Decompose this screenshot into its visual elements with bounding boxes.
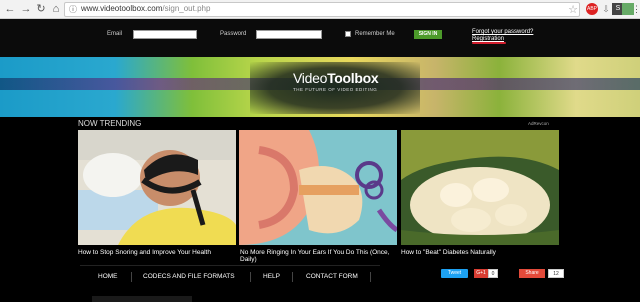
site-logo[interactable]: VideoToolbox — [293, 70, 379, 86]
trending-item-diabetes[interactable] — [401, 130, 559, 245]
footer-bar — [92, 296, 192, 302]
nav-codecs[interactable]: CODECS AND FILE FORMATS — [143, 273, 235, 280]
gplus-count: 0 — [488, 269, 498, 278]
nav-separator — [250, 272, 251, 282]
remember-checkbox[interactable] — [345, 31, 351, 37]
gplus-button[interactable]: G+1 — [474, 269, 488, 278]
remember-label: Remember Me — [355, 31, 395, 37]
trending-item-snoring[interactable] — [78, 130, 236, 245]
nav-divider — [80, 265, 380, 266]
menu-icon[interactable]: ⋮ — [632, 3, 640, 15]
ad-provider-label[interactable]: AdRevcon — [528, 121, 549, 126]
trending-heading: NOW TRENDING — [78, 119, 142, 128]
nav-separator — [292, 272, 293, 282]
trending-item-ringing[interactable] — [239, 130, 397, 245]
caption-ringing[interactable]: No More Ringing In Your Ears If You Do T… — [240, 249, 400, 263]
tagline: THE FUTURE OF VIDEO EDITING — [293, 87, 378, 92]
forward-icon[interactable]: → — [20, 3, 32, 15]
home-icon[interactable]: ⌂ — [50, 3, 62, 15]
caption-diabetes[interactable]: How to "Beat" Diabetes Naturally — [401, 249, 561, 256]
logo-part-a: Video — [293, 70, 328, 86]
back-icon[interactable]: ← — [4, 3, 16, 15]
browser-toolbar: ← → ↻ ⌂ ⓘ www.videotoolbox.com/sign_out.… — [0, 0, 640, 19]
address-bar[interactable]: ⓘ www.videotoolbox.com/sign_out.php ☆ — [64, 2, 580, 17]
nav-help[interactable]: HELP — [263, 273, 280, 280]
email-label: Email — [107, 31, 123, 37]
nav-separator — [370, 272, 371, 282]
nav-separator — [131, 272, 132, 282]
url-text: www.videotoolbox.com/sign_out.php — [81, 4, 210, 13]
logo-part-b: Toolbox — [327, 70, 379, 86]
durian-image — [401, 130, 559, 245]
ear-diagram-image — [239, 130, 397, 245]
adblock-icon[interactable]: ABP — [586, 3, 598, 15]
reload-icon[interactable]: ↻ — [35, 3, 47, 15]
snoring-image — [78, 130, 236, 245]
password-label: Password — [220, 31, 247, 37]
download-icon[interactable]: ⇩ — [600, 3, 612, 15]
share-count: 12 — [548, 269, 564, 278]
red-underline-annotation — [472, 42, 506, 44]
forgot-password-link[interactable]: Forgot your password? — [472, 29, 533, 35]
sign-in-button[interactable]: SIGN IN — [414, 30, 442, 39]
login-bar: Email Password Remember Me SIGN IN Forgo… — [0, 19, 640, 57]
url-host: www.videotoolbox.com — [81, 4, 163, 13]
url-path: /sign_out.php — [162, 4, 211, 13]
caption-snoring[interactable]: How to Stop Snoring and Improve Your Hea… — [78, 249, 238, 256]
nav-contact[interactable]: CONTACT FORM — [306, 273, 358, 280]
tweet-button[interactable]: Tweet — [441, 269, 468, 278]
star-icon[interactable]: ☆ — [567, 4, 579, 16]
password-field[interactable] — [256, 30, 322, 39]
lock-icon: ⓘ — [69, 5, 77, 14]
email-field[interactable] — [133, 30, 197, 39]
nav-home[interactable]: HOME — [98, 273, 118, 280]
share-button[interactable]: Share — [519, 269, 545, 278]
